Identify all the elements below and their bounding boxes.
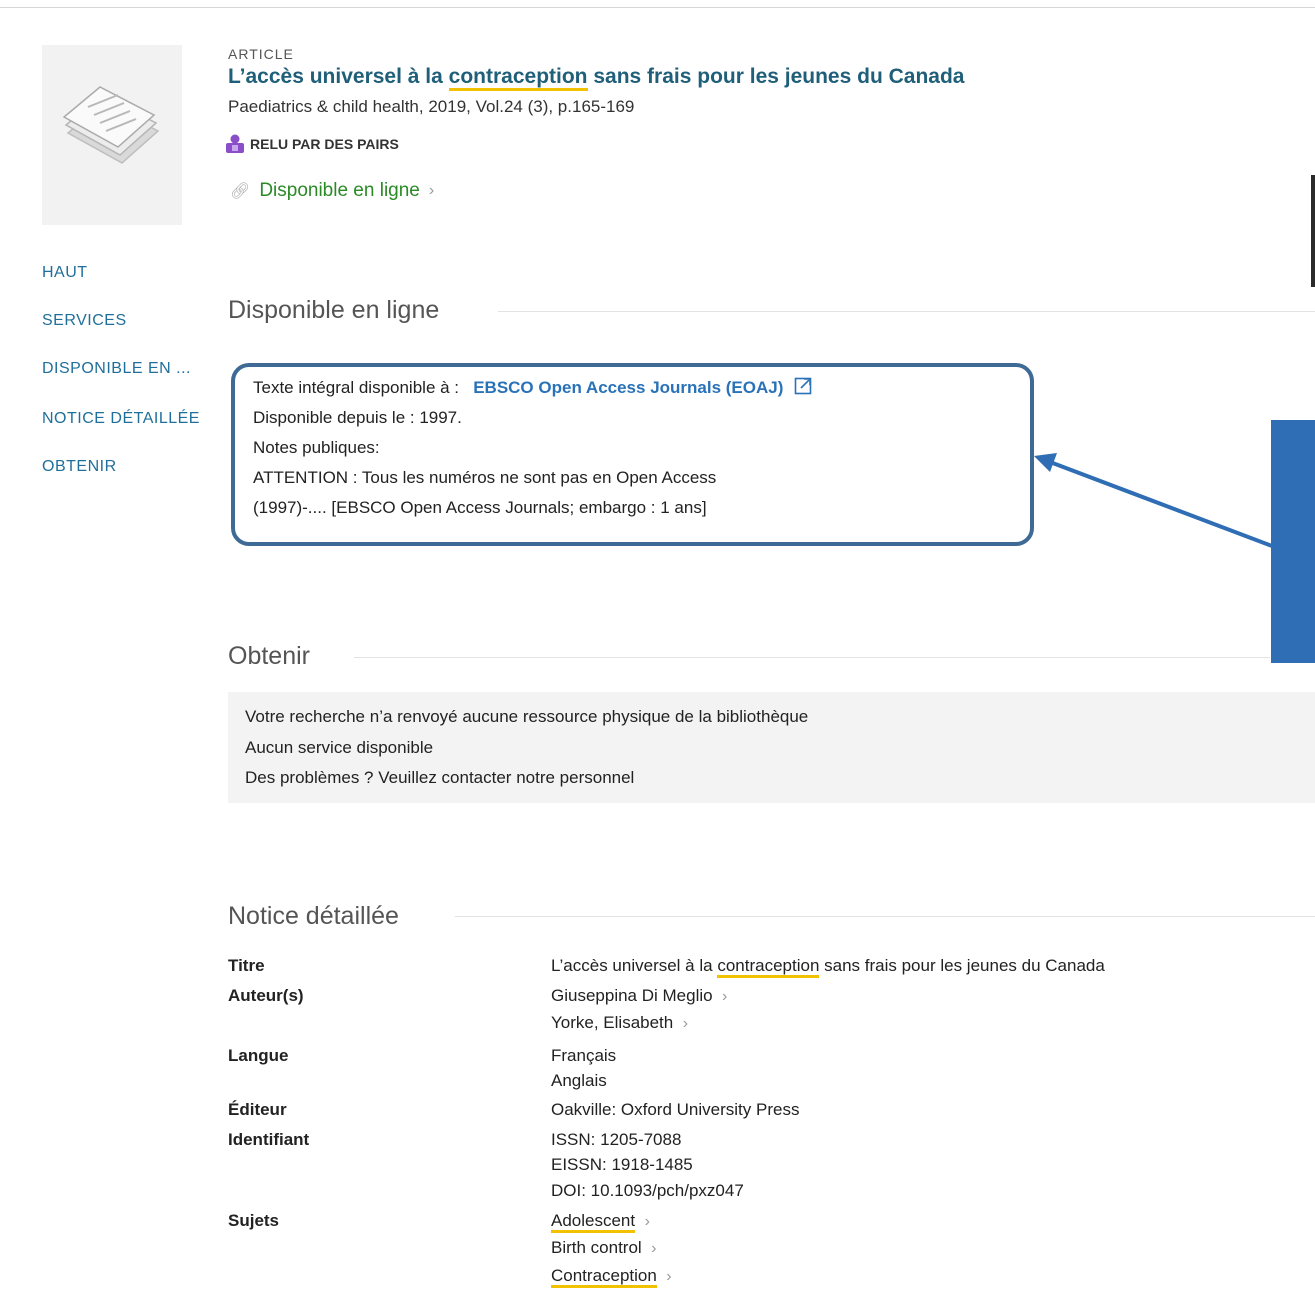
external-link-icon[interactable] [794, 377, 812, 395]
author-name: Yorke, Elisabeth [551, 1013, 674, 1032]
annotation-callout [1271, 420, 1315, 663]
record-title[interactable]: L’accès universel à la contraception san… [228, 65, 965, 91]
language-value: Français [551, 1046, 617, 1065]
identifier-value: DOI: 10.1093/pch/pxz047 [551, 1181, 744, 1200]
peer-reviewed-label: RELU PAR DES PAIRS [250, 136, 399, 152]
record-thumbnail[interactable] [42, 45, 182, 225]
peer-reviewed-badge: RELU PAR DES PAIRS [224, 134, 399, 154]
subject-link[interactable]: Adolescent › [551, 1211, 650, 1233]
author-name: Giuseppina Di Meglio [551, 986, 713, 1005]
chevron-right-icon: › [428, 182, 435, 199]
title-part: sans frais pour les jeunes du Canada [819, 956, 1105, 975]
top-divider [0, 7, 1315, 8]
public-notes-label: Notes publiques: [253, 438, 380, 457]
obtain-message: Aucun service disponible [245, 738, 434, 757]
detail-label-publisher: Éditeur [228, 1100, 287, 1119]
detail-label-title: Titre [228, 956, 265, 975]
detail-value-title: L’accès universel à la contraception san… [551, 956, 1105, 978]
language-value: Anglais [551, 1071, 607, 1090]
detail-label-authors: Auteur(s) [228, 986, 304, 1005]
available-since: Disponible depuis le : 1997. [253, 408, 462, 427]
detail-label-subjects: Sujets [228, 1211, 280, 1230]
fulltext-label: Texte intégral disponible à : [253, 378, 460, 397]
title-part: L’accès universel à la [551, 956, 718, 975]
record-source: Paediatrics & child health, 2019, Vol.24… [228, 97, 635, 116]
section-divider [354, 657, 1270, 658]
section-title-online: Disponible en ligne [228, 296, 440, 324]
identifier-value: ISSN: 1205-7088 [551, 1130, 682, 1149]
public-note: (1997)-.... [EBSCO Open Access Journals;… [253, 498, 707, 517]
search-term-highlight: contraception [448, 65, 588, 91]
chevron-right-icon: › [651, 1240, 657, 1257]
search-term-highlight: contraception [717, 956, 820, 978]
detail-label-identifier: Identifiant [228, 1130, 310, 1149]
subject-name: Contraception [551, 1266, 657, 1288]
section-divider [498, 311, 1315, 312]
obtain-message: Des problèmes ? Veuillez contacter notre… [245, 768, 635, 787]
title-part: sans frais pour les jeunes du Canada [587, 65, 965, 88]
chevron-right-icon: › [722, 988, 728, 1005]
availability-label: Disponible en ligne [259, 180, 420, 201]
nav-item-details[interactable]: NOTICE DÉTAILLÉE [42, 410, 200, 428]
provider-link[interactable]: EBSCO Open Access Journals (EOAJ) [473, 378, 783, 397]
obtain-message: Votre recherche n’a renvoyé aucune resso… [245, 707, 809, 726]
chevron-right-icon: › [682, 1015, 689, 1032]
nav-item-obtain[interactable]: OBTENIR [42, 458, 117, 476]
chevron-right-icon: › [666, 1268, 672, 1285]
subject-link[interactable]: Birth control › [551, 1238, 656, 1258]
author-link[interactable]: Giuseppina Di Meglio › [551, 986, 727, 1006]
subject-name: Adolescent [551, 1211, 636, 1233]
section-title-obtain: Obtenir [228, 642, 310, 670]
chevron-right-icon: › [644, 1213, 650, 1230]
author-link[interactable]: Yorke, Elisabeth › [551, 1013, 688, 1033]
identifier-value: EISSN: 1918-1485 [551, 1155, 693, 1174]
peer-reviewed-icon [226, 134, 244, 153]
nav-item-services[interactable]: SERVICES [42, 312, 127, 330]
public-note: ATTENTION : Tous les numéros ne sont pas… [253, 468, 717, 487]
section-divider [455, 916, 1315, 917]
fulltext-line: Texte intégral disponible à : EBSCO Open… [253, 377, 812, 398]
nav-item-online[interactable]: DISPONIBLE EN ... [42, 360, 191, 378]
availability-link[interactable]: 🔗︎ Disponible en ligne › [230, 180, 434, 202]
nav-item-top[interactable]: HAUT [42, 264, 88, 282]
subject-name: Birth control [551, 1238, 642, 1257]
detail-label-language: Langue [228, 1046, 289, 1065]
document-icon [62, 86, 160, 164]
publisher-value: Oakville: Oxford University Press [551, 1100, 800, 1119]
subject-link[interactable]: Contraception › [551, 1266, 672, 1288]
title-part: L’accès universel à la [228, 65, 449, 88]
section-title-details: Notice détaillée [228, 902, 399, 930]
edge-marker [1311, 175, 1315, 287]
resource-type: ARTICLE [228, 46, 294, 62]
link-icon: 🔗︎ [230, 183, 251, 200]
